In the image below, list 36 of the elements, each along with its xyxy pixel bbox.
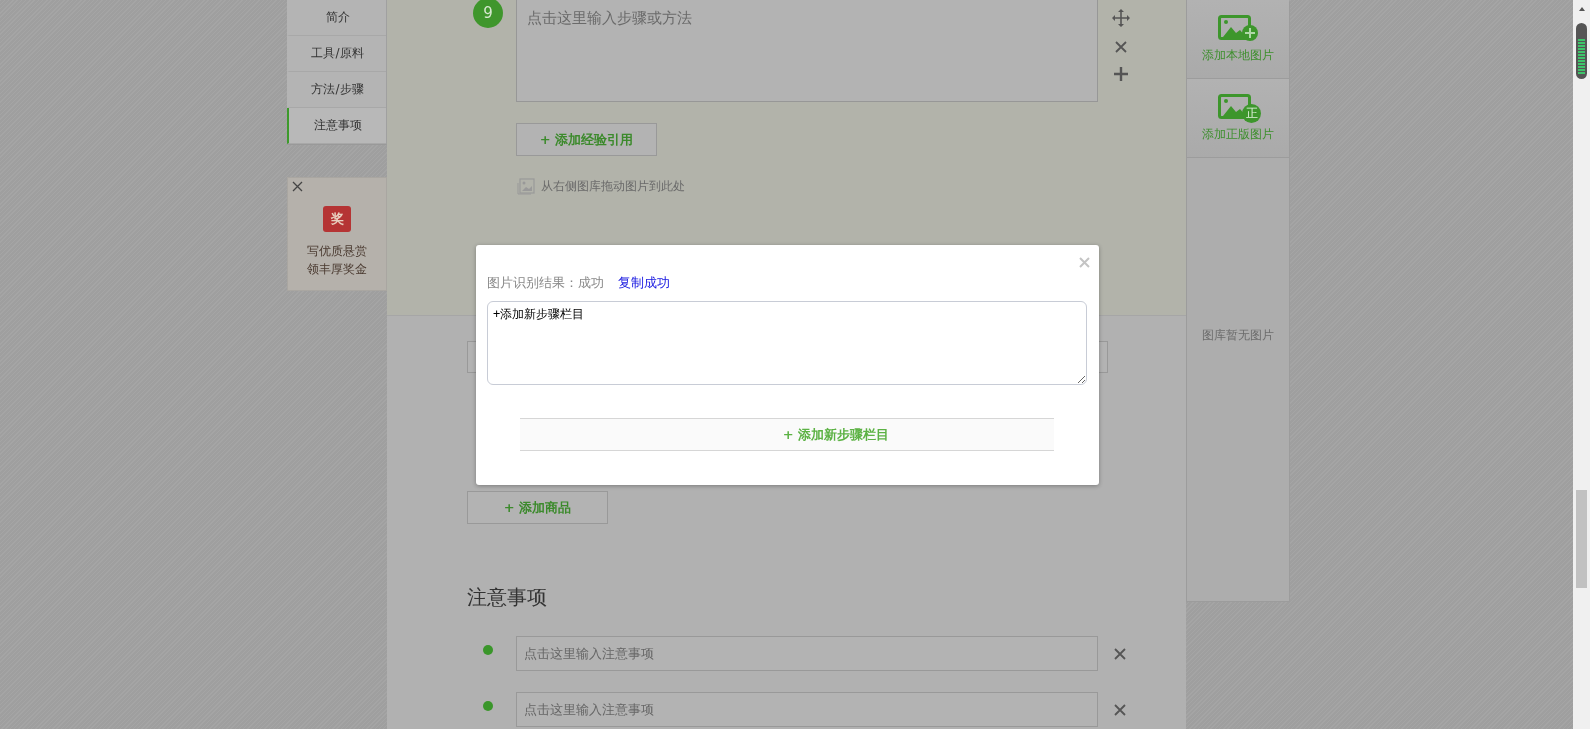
add-step-button[interactable]: + 添加新步骤栏目 <box>520 418 1054 451</box>
action-label: 添加本地图片 <box>1202 46 1274 64</box>
step-number: 9 <box>473 0 503 28</box>
nav-item[interactable]: 注意事项 <box>287 108 386 144</box>
plus-icon[interactable] <box>1114 67 1128 81</box>
scrollbar-thumb[interactable] <box>1576 23 1587 79</box>
bullet-dot <box>483 644 493 655</box>
scroll-up-icon[interactable] <box>1577 5 1587 13</box>
empty-gallery-text: 图库暂无图片 <box>1201 327 1275 344</box>
promo-text: 写优质悬赏 <box>307 243 367 260</box>
drop-hint: 从右侧图库拖动图片到此处 <box>541 178 685 195</box>
action-label: 添加正版图片 <box>1202 125 1274 143</box>
copy-link[interactable]: 复制成功 <box>618 274 670 292</box>
close-icon[interactable] <box>292 181 303 192</box>
licensed-mark: 正 <box>1242 103 1261 123</box>
promo-text: 领丰厚奖金 <box>307 261 367 278</box>
image-icon <box>516 178 535 195</box>
note-input-field[interactable]: 点击这里输入注意事项 <box>516 636 1098 671</box>
close-icon[interactable] <box>1114 647 1126 660</box>
section-heading: 注意事项 <box>467 584 548 611</box>
scrollbar-thumb[interactable] <box>1576 490 1587 588</box>
note-input-field[interactable]: 点击这里输入注意事项 <box>516 692 1098 727</box>
nav-item[interactable]: 简介 <box>287 0 386 36</box>
add-citation-button[interactable]: + 添加经验引用 <box>516 123 657 156</box>
close-icon[interactable] <box>1114 703 1126 716</box>
step-input-field[interactable]: 点击这里输入步骤或方法 <box>516 0 1098 102</box>
gallery-action-button[interactable]: 添加本地图片 <box>1187 0 1289 79</box>
add-product-button[interactable]: + 添加商品 <box>467 491 608 524</box>
nav-item[interactable]: 工具/原料 <box>287 36 386 72</box>
result-text-field[interactable]: +添加新步骤栏目 <box>487 301 1087 385</box>
move-icon[interactable] <box>1112 9 1130 27</box>
bullet-dot <box>483 700 493 711</box>
image-add-icon <box>1218 14 1258 41</box>
close-icon[interactable] <box>1115 41 1127 53</box>
gallery-action-button[interactable]: 正 添加正版图片 <box>1187 79 1289 158</box>
result-label: 图片识别结果：成功 <box>487 274 604 292</box>
